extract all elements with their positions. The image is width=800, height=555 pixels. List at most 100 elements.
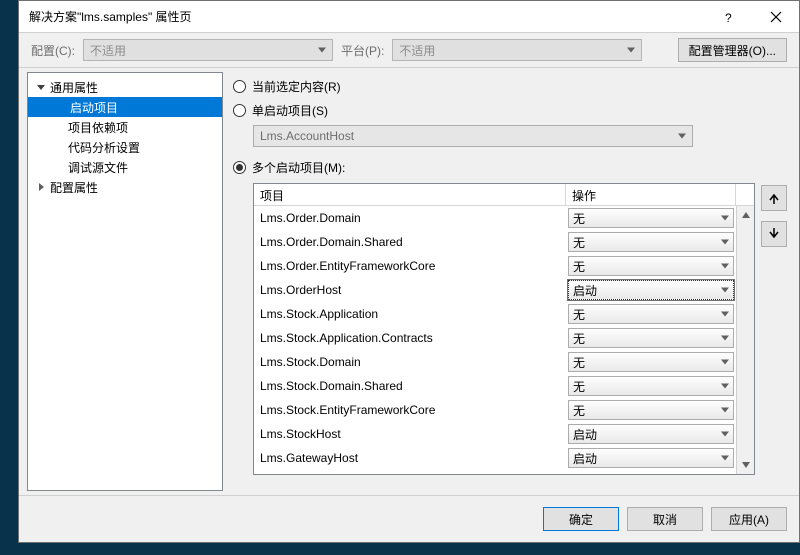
chevron-down-icon [721, 216, 729, 221]
project-cell: Lms.Stock.Application.Contracts [254, 326, 566, 350]
action-cell[interactable]: 无 [566, 206, 736, 230]
single-startup-combo: Lms.AccountHost [253, 125, 693, 147]
col-scroll-spacer [736, 184, 754, 205]
action-value: 启动 [573, 450, 597, 467]
tree-node-sources[interactable]: 调试源文件 [28, 157, 222, 177]
action-dropdown[interactable]: 启动 [568, 280, 734, 300]
table-row[interactable]: Lms.StockHost启动 [254, 422, 736, 446]
table-row[interactable]: Lms.GatewayHost启动 [254, 446, 736, 470]
config-dropdown: 不适用 [83, 39, 333, 61]
main-panel: 当前选定内容(R) 单启动项目(S) Lms.AccountHost 多个启动项… [229, 68, 799, 495]
grid-body: Lms.Order.Domain无Lms.Order.Domain.Shared… [254, 206, 736, 474]
action-dropdown[interactable]: 启动 [568, 448, 734, 468]
chevron-down-icon [678, 134, 686, 139]
chevron-down-icon [627, 48, 635, 53]
radio-single-label: 单启动项目(S) [252, 102, 328, 119]
table-row[interactable]: Lms.Order.Domain.Shared无 [254, 230, 736, 254]
action-dropdown[interactable]: 无 [568, 400, 734, 420]
tree-node-deps[interactable]: 项目依赖项 [28, 117, 222, 137]
col-project[interactable]: 项目 [254, 184, 566, 205]
apply-button[interactable]: 应用(A) [711, 507, 787, 531]
col-action[interactable]: 操作 [566, 184, 736, 205]
single-startup-value: Lms.AccountHost [260, 129, 354, 143]
action-dropdown[interactable]: 无 [568, 256, 734, 276]
chevron-down-icon [721, 240, 729, 245]
table-row[interactable]: Lms.OrderHost启动 [254, 278, 736, 302]
grid-scrollbar[interactable] [736, 206, 754, 474]
help-button[interactable]: ? [707, 1, 753, 33]
radio-single-startup[interactable]: 单启动项目(S) [233, 98, 789, 122]
radio-current-selection[interactable]: 当前选定内容(R) [233, 74, 789, 98]
action-cell[interactable]: 无 [566, 230, 736, 254]
radio-multi-startup[interactable]: 多个启动项目(M): [233, 155, 789, 179]
action-value: 无 [573, 378, 585, 395]
cancel-button[interactable]: 取消 [627, 507, 703, 531]
config-value: 不适用 [90, 42, 126, 59]
scroll-up-icon[interactable] [737, 206, 754, 224]
action-dropdown[interactable]: 无 [568, 352, 734, 372]
tree-node-startup[interactable]: 启动项目 [28, 97, 222, 117]
radio-icon [233, 80, 246, 93]
caret-right-icon [36, 182, 46, 192]
table-row[interactable]: Lms.Order.Domain无 [254, 206, 736, 230]
project-cell: Lms.Stock.Domain [254, 350, 566, 374]
chevron-down-icon [721, 264, 729, 269]
grid-header: 项目 操作 [254, 184, 754, 206]
tree-node-cfgprops[interactable]: 配置属性 [28, 177, 222, 197]
chevron-down-icon [721, 288, 729, 293]
action-cell[interactable]: 启动 [566, 278, 736, 302]
grid-wrap: 项目 操作 Lms.Order.Domain无Lms.Order.Domain.… [253, 183, 789, 475]
table-row[interactable]: Lms.Stock.Domain 无 [254, 350, 736, 374]
table-row[interactable]: Lms.Stock.Application无 [254, 302, 736, 326]
action-cell[interactable]: 启动 [566, 422, 736, 446]
action-cell[interactable]: 无 [566, 326, 736, 350]
nav-tree[interactable]: 通用属性 启动项目 项目依赖项 代码分析设置 调试源文件 配置属性 [27, 72, 223, 491]
scroll-down-icon[interactable] [737, 456, 754, 474]
body: 通用属性 启动项目 项目依赖项 代码分析设置 调试源文件 配置属性 [19, 67, 799, 496]
project-cell: Lms.StockHost [254, 422, 566, 446]
ok-button[interactable]: 确定 [543, 507, 619, 531]
action-dropdown[interactable]: 启动 [568, 424, 734, 444]
action-cell[interactable]: 启动 [566, 446, 736, 470]
action-dropdown[interactable]: 无 [568, 304, 734, 324]
action-dropdown[interactable]: 无 [568, 328, 734, 348]
project-cell: Lms.Stock.Application [254, 302, 566, 326]
arrow-down-icon [768, 228, 780, 240]
action-cell[interactable]: 无 [566, 374, 736, 398]
table-row[interactable]: Lms.Order.EntityFrameworkCore无 [254, 254, 736, 278]
footer: 确定 取消 应用(A) [19, 496, 799, 542]
action-value: 无 [573, 354, 585, 371]
table-row[interactable]: Lms.Stock.EntityFrameworkCore 无 [254, 398, 736, 422]
action-dropdown[interactable]: 无 [568, 376, 734, 396]
radio-current-label: 当前选定内容(R) [252, 78, 341, 95]
action-dropdown[interactable]: 无 [568, 208, 734, 228]
action-value: 无 [573, 330, 585, 347]
project-cell: Lms.Order.Domain [254, 206, 566, 230]
tree-node-common[interactable]: 通用属性 [28, 77, 222, 97]
close-button[interactable] [753, 1, 799, 33]
project-cell: Lms.Stock.EntityFrameworkCore [254, 398, 566, 422]
action-value: 无 [573, 258, 585, 275]
action-dropdown[interactable]: 无 [568, 232, 734, 252]
chevron-down-icon [721, 432, 729, 437]
startup-grid[interactable]: 项目 操作 Lms.Order.Domain无Lms.Order.Domain.… [253, 183, 755, 475]
move-up-button[interactable] [761, 185, 787, 211]
action-cell[interactable]: 无 [566, 302, 736, 326]
chevron-down-icon [721, 456, 729, 461]
table-row[interactable]: Lms.Stock.Domain.Shared无 [254, 374, 736, 398]
action-cell[interactable]: 无 [566, 254, 736, 278]
action-value: 无 [573, 234, 585, 251]
radio-multi-label: 多个启动项目(M): [252, 159, 345, 176]
move-down-button[interactable] [761, 221, 787, 247]
tree-node-analysis[interactable]: 代码分析设置 [28, 137, 222, 157]
action-value: 无 [573, 402, 585, 419]
action-cell[interactable]: 无 [566, 398, 736, 422]
config-manager-button[interactable]: 配置管理器(O)... [678, 38, 787, 62]
platform-dropdown: 不适用 [392, 39, 642, 61]
table-row[interactable]: Lms.Stock.Application.Contracts 无 [254, 326, 736, 350]
project-cell: Lms.OrderHost [254, 278, 566, 302]
top-row: 配置(C): 不适用 平台(P): 不适用 配置管理器(O)... [19, 33, 799, 67]
chevron-down-icon [721, 384, 729, 389]
action-cell[interactable]: 无 [566, 350, 736, 374]
left-column: 当前选定内容(R) 单启动项目(S) Lms.AccountHost 多个启动项… [233, 74, 789, 489]
